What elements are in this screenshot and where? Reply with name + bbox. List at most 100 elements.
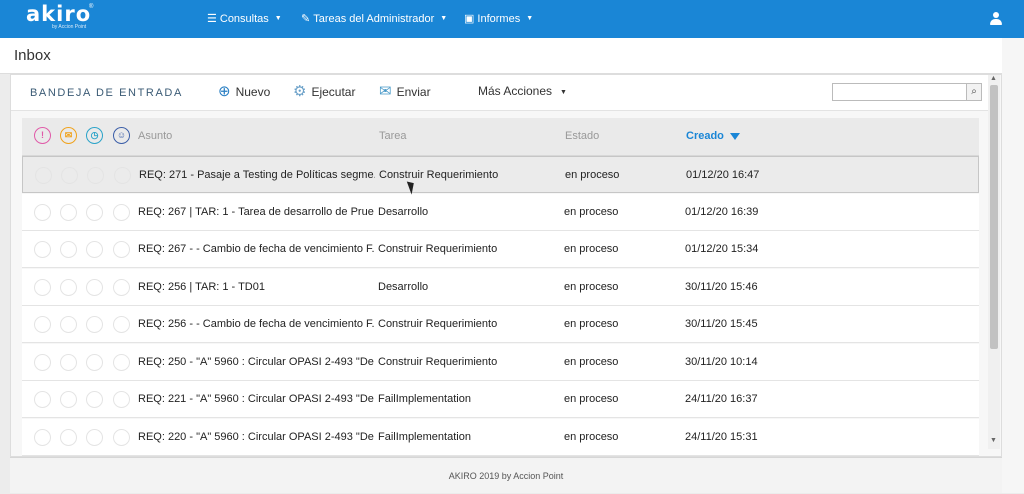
nav-tareas-label: Tareas del Administrador <box>313 12 435 25</box>
row-clock-icon <box>86 203 103 221</box>
table-header: ! ✉ ◷ ☺ Asunto Tarea Estado Creado <box>22 118 979 156</box>
inbox-table: ! ✉ ◷ ☺ Asunto Tarea Estado Creado REQ: … <box>22 118 979 458</box>
row-group-icon <box>113 241 130 258</box>
clock-icon[interactable]: ◷ <box>86 127 103 144</box>
group-icon[interactable]: ☺ <box>113 127 130 144</box>
row-group-icon <box>113 278 130 296</box>
send-button[interactable]: ✉ Enviar <box>379 84 431 99</box>
row-status: en proceso <box>564 205 619 218</box>
column-header-created[interactable]: Creado <box>686 130 740 142</box>
row-created: 30/11/20 15:45 <box>685 318 758 330</box>
vertical-scrollbar[interactable]: ▲ ▼ <box>988 75 1000 449</box>
new-button[interactable]: ⊕ Nuevo <box>218 84 270 99</box>
table-row[interactable]: REQ: 271 - Pasaje a Testing de Políticas… <box>22 156 979 193</box>
row-priority-icon <box>35 167 52 184</box>
search-input[interactable] <box>832 83 970 101</box>
page-edge <box>1002 38 1024 493</box>
row-clock-icon <box>86 353 103 371</box>
row-status: en proceso <box>564 355 619 368</box>
row-group-icon <box>113 203 130 221</box>
row-mail-icon <box>61 167 78 184</box>
inbox-toolbar: BANDEJA DE ENTRADA ⊕ Nuevo ⚙ Ejecutar ✉ … <box>11 75 991 111</box>
row-task: Construir Requerimiento <box>378 318 498 330</box>
scroll-thumb[interactable] <box>990 85 998 349</box>
scroll-down-icon[interactable]: ▼ <box>990 437 997 444</box>
row-created: 01/12/20 16:39 <box>685 205 759 218</box>
row-created: 30/11/20 15:46 <box>685 280 758 293</box>
row-status: en proceso <box>565 169 620 181</box>
row-clock-icon <box>86 316 103 333</box>
mail-icon[interactable]: ✉ <box>60 127 77 144</box>
top-navbar: akiro ® by Accion Point ☰ Consultas ▼ ✎ … <box>0 0 1024 38</box>
row-task: Construir Requerimiento <box>378 243 498 255</box>
nav-tareas-administrador[interactable]: ✎ Tareas del Administrador ▼ <box>301 12 448 26</box>
table-row[interactable]: REQ: 256 - - Cambio de fecha de vencimie… <box>22 306 979 343</box>
table-row[interactable]: REQ: 267 | TAR: 1 - Tarea de desarrollo … <box>22 193 979 231</box>
table-row[interactable]: REQ: 221 - "A" 5960 : Circular OPASI 2-4… <box>22 381 979 418</box>
row-mail-icon <box>60 353 77 371</box>
list-icon: ☰ <box>207 13 217 25</box>
nav-informes-label: Informes <box>477 12 521 25</box>
row-mail-icon <box>60 278 77 296</box>
row-clock-icon <box>87 167 104 184</box>
row-subject: REQ: 250 - "A" 5960 : Circular OPASI 2-4… <box>138 355 374 368</box>
logo-subtitle: by Accion Point <box>52 24 87 30</box>
row-group-icon <box>113 316 130 333</box>
nav-consultas-label: Consultas <box>219 12 269 25</box>
nav-consultas[interactable]: ☰ Consultas ▼ <box>207 12 282 26</box>
priority-icon[interactable]: ! <box>34 127 51 144</box>
row-clock-icon <box>86 391 103 408</box>
row-subject: REQ: 256 | TAR: 1 - TD01 <box>138 280 265 293</box>
nav-informes[interactable]: ▣ Informes ▼ <box>464 12 533 26</box>
user-icon[interactable] <box>990 12 1002 26</box>
table-row[interactable]: REQ: 250 - "A" 5960 : Circular OPASI 2-4… <box>22 343 979 381</box>
page-header: Inbox <box>0 38 1024 74</box>
row-clock-icon <box>86 278 103 296</box>
toolbar-title: BANDEJA DE ENTRADA <box>30 87 183 99</box>
chevron-down-icon: ▼ <box>440 15 448 22</box>
table-row[interactable]: REQ: 256 | TAR: 1 - TD01 Desarrollo en pro… <box>22 268 979 306</box>
column-header-task[interactable]: Tarea <box>379 130 407 142</box>
row-priority-icon <box>34 203 51 221</box>
wrench-icon: ✎ <box>301 13 311 25</box>
send-button-label: Enviar <box>396 84 431 99</box>
search-icon[interactable]: ⌕ <box>966 83 982 101</box>
row-priority-icon <box>34 241 51 258</box>
row-group-icon <box>114 167 131 184</box>
column-header-status[interactable]: Estado <box>565 130 599 142</box>
row-priority-icon <box>34 316 51 333</box>
run-button[interactable]: ⚙ Ejecutar <box>293 84 355 99</box>
chevron-down-icon: ▼ <box>274 15 282 22</box>
row-subject: REQ: 220 - "A" 5960 : Circular OPASI 2-4… <box>138 430 374 443</box>
row-status: en proceso <box>564 280 619 293</box>
footer: AKIRO 2019 by Accion Point <box>10 457 1002 493</box>
row-group-icon <box>113 353 130 371</box>
column-header-subject[interactable]: Asunto <box>138 130 172 142</box>
row-created: 01/12/20 15:34 <box>685 243 759 255</box>
row-created: 01/12/20 16:47 <box>686 169 760 181</box>
row-mail-icon <box>60 316 77 333</box>
more-actions-dropdown[interactable]: Más Acciones ▼ <box>478 84 567 98</box>
row-mail-icon <box>60 428 77 446</box>
app-logo[interactable]: akiro <box>26 2 91 26</box>
gears-icon: ⚙ <box>293 83 307 100</box>
row-task: Construir Requerimiento <box>379 169 499 181</box>
row-subject: REQ: 267 - - Cambio de fecha de vencimie… <box>138 243 374 255</box>
row-priority-icon <box>34 391 51 408</box>
table-row[interactable]: REQ: 267 - - Cambio de fecha de vencimie… <box>22 231 979 268</box>
row-group-icon <box>113 428 130 446</box>
briefcase-icon: ▣ <box>464 13 475 25</box>
row-status: en proceso <box>564 243 619 255</box>
row-task: FailImplementation <box>378 430 471 443</box>
row-mail-icon <box>60 391 77 408</box>
scroll-up-icon[interactable]: ▲ <box>990 75 997 82</box>
table-row[interactable]: REQ: 220 - "A" 5960 : Circular OPASI 2-4… <box>22 418 979 456</box>
row-mail-icon <box>60 203 77 221</box>
row-subject: REQ: 267 | TAR: 1 - Tarea de desarrollo … <box>138 205 374 218</box>
page-title: Inbox <box>14 47 51 64</box>
row-task: Desarrollo <box>378 205 429 218</box>
more-actions-label: Más Acciones <box>478 84 553 98</box>
row-clock-icon <box>86 241 103 258</box>
row-created: 24/11/20 15:31 <box>685 430 758 443</box>
new-button-label: Nuevo <box>235 84 271 99</box>
